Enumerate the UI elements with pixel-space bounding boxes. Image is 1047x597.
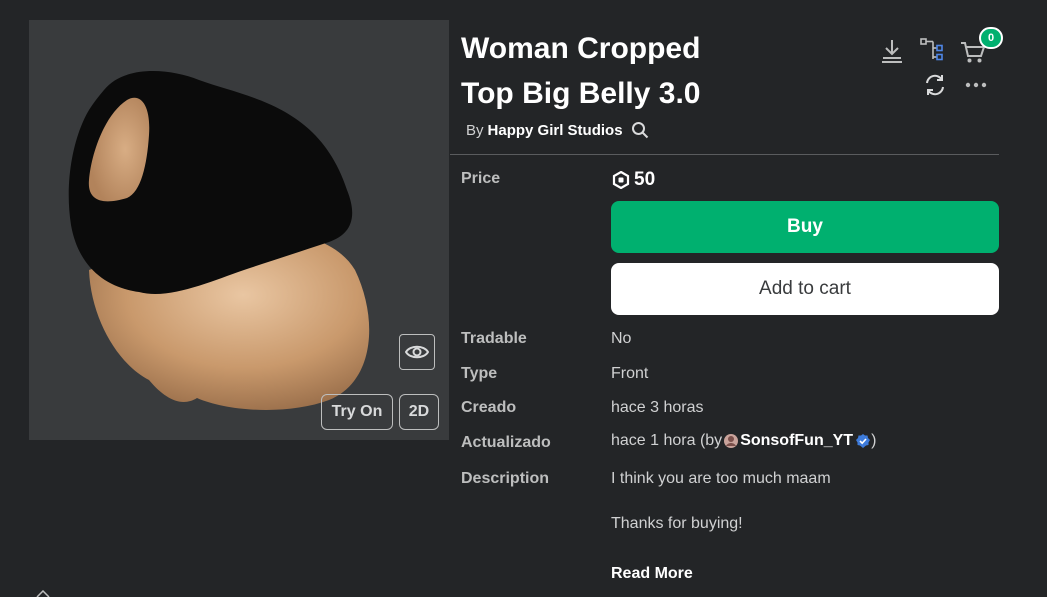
updated-value: hace 1 hora (by SonsofFun_YT ) <box>611 432 876 450</box>
refresh-button[interactable] <box>923 73 947 97</box>
verified-badge-icon <box>856 434 871 448</box>
read-more-link[interactable]: Read More <box>611 565 703 583</box>
robux-icon <box>612 171 630 189</box>
by-label: By <box>466 121 484 139</box>
more-icon <box>965 82 987 88</box>
tradable-label: Tradable <box>461 330 527 347</box>
updated-suffix: ) <box>871 432 877 449</box>
header-divider <box>450 154 999 155</box>
buy-button[interactable]: Buy <box>611 201 999 253</box>
tradable-value: No <box>611 330 632 347</box>
description-label: Description <box>461 470 550 487</box>
cart-count-badge: 0 <box>979 27 1003 49</box>
search-icon[interactable] <box>631 121 649 139</box>
updated-user-link[interactable]: SonsofFun_YT <box>740 432 853 450</box>
more-options-button[interactable] <box>965 82 987 88</box>
type-label: Type <box>461 365 498 382</box>
price-amount: 50 <box>634 169 656 190</box>
download-button[interactable] <box>880 38 904 64</box>
item-thumbnail <box>68 70 370 410</box>
download-icon <box>882 40 902 63</box>
caret-up-icon <box>36 590 50 597</box>
updated-prefix: hace 1 hora (by <box>611 432 723 449</box>
refresh-icon <box>926 74 944 96</box>
created-label: Creado <box>461 399 517 416</box>
view-2d-button[interactable]: 2D <box>399 394 439 430</box>
item-preview[interactable]: Try On 2D <box>29 20 449 440</box>
try-on-button[interactable]: Try On <box>321 394 393 430</box>
preview-toggle-button[interactable] <box>399 334 435 370</box>
hierarchy-icon <box>920 38 943 61</box>
description-line-2: Thanks for buying! <box>611 515 743 532</box>
add-to-cart-button[interactable]: Add to cart <box>611 263 999 315</box>
description-line-1: I think you are too much maam <box>611 470 831 487</box>
eye-icon <box>405 345 429 359</box>
item-title: Woman Cropped Top Big Belly 3.0 <box>461 32 701 110</box>
hierarchy-button[interactable] <box>920 38 944 62</box>
creator-link[interactable]: Happy Girl Studios <box>488 122 623 139</box>
price-value: 50 <box>612 169 655 191</box>
creator-byline: By Happy Girl Studios <box>466 121 649 139</box>
price-label: Price <box>461 170 501 187</box>
updated-label: Actualizado <box>461 434 551 451</box>
type-value: Front <box>611 365 649 382</box>
user-avatar-icon <box>724 434 739 448</box>
created-value: hace 3 horas <box>611 399 704 416</box>
